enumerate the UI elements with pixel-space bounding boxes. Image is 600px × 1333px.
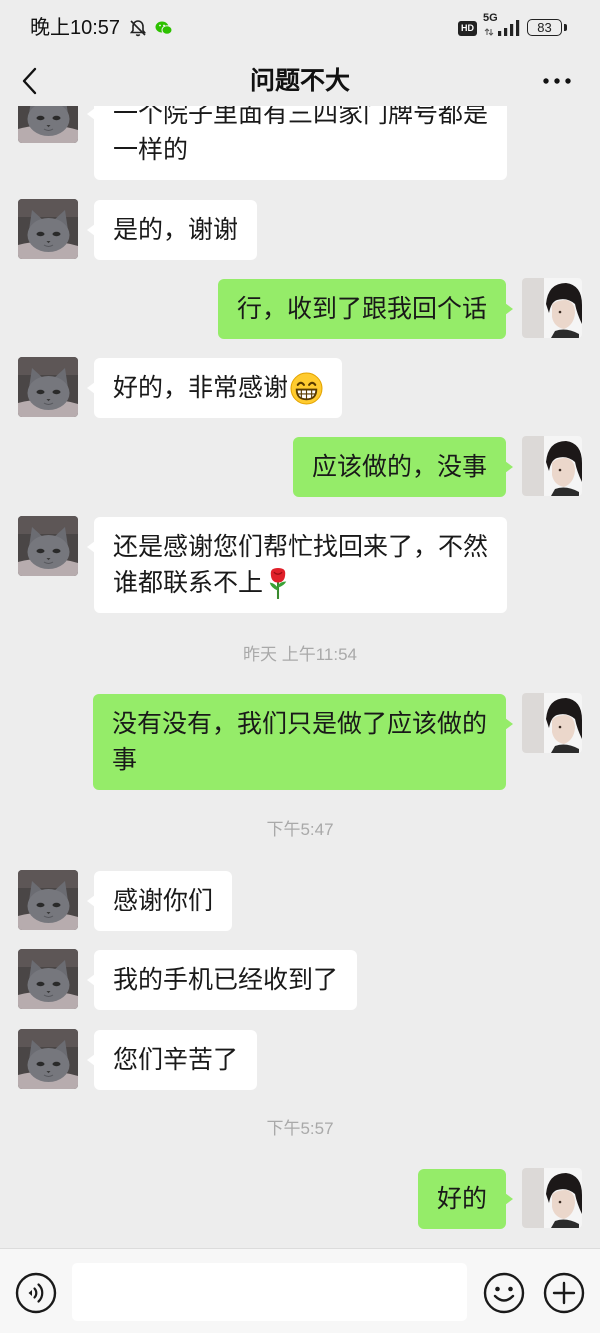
battery-icon: 83 [527,19,562,36]
message-bubble[interactable]: 您们辛苦了 [86,1030,258,1090]
message-bubble[interactable]: 好的，非常感谢 [86,358,343,418]
contact-avatar[interactable] [18,199,78,259]
message-text: 一样的 [113,136,189,164]
status-time: 晚上10:57 [30,17,121,39]
more-icon[interactable] [538,73,576,89]
message-text: 您们辛苦了 [113,1046,239,1074]
contact-avatar[interactable] [18,516,78,576]
battery-cap [564,24,567,31]
message-bubble[interactable]: 还是感谢您们帮忙找回来了，不然 谁都联系不上 [86,517,508,613]
signal-icon [498,20,520,36]
my-avatar[interactable] [522,278,582,338]
message-text: 还是感谢您们帮忙找回来了，不然 [113,533,489,561]
message-row: 感谢你们 [0,871,600,931]
message-row: 还是感谢您们帮忙找回来了，不然 谁都联系不上 [0,517,600,613]
my-avatar[interactable] [522,436,582,496]
message-text: 事 [111,746,137,774]
status-bar: 晚上10:57 HD 5G 83 [0,0,600,56]
contact-avatar[interactable] [18,1029,78,1089]
message-row: 是的，谢谢 [0,200,600,260]
hd-badge: HD [458,21,477,36]
wechat-icon [155,21,173,35]
network-label: 5G [483,12,498,24]
message-bubble[interactable]: 行，收到了跟我回个话 [217,279,514,339]
message-row: 我的手机已经收到了 [0,950,600,1010]
timestamp: 下午5:47 [266,820,334,839]
message-bubble[interactable]: 好的 [417,1169,514,1229]
message-text: 应该做的，没事 [311,453,487,481]
contact-avatar[interactable] [18,870,78,930]
message-text: 谁都联系不上 [113,569,264,597]
message-row: 应该做的，没事 [0,437,600,497]
message-text: 感谢你们 [113,887,214,915]
message-bubble[interactable]: 是的，谢谢 [86,200,258,260]
contact-avatar[interactable] [18,949,78,1009]
message-bubble[interactable]: 我的手机已经收到了 [86,950,358,1010]
battery-level: 83 [537,20,552,35]
rose-emoji-icon [269,567,287,599]
chevron-left-icon[interactable] [16,65,44,97]
bell-off-icon [129,20,147,37]
message-row: 您们辛苦了 [0,1030,600,1090]
message-text: 好的，非常感谢 [113,374,289,402]
my-avatar[interactable] [522,1168,582,1228]
message-text: 行，收到了跟我回个话 [236,295,487,323]
message-list[interactable]: 一个院子里面有三四家门牌号都是 一样的 是的，谢谢 行，收到了跟我回个话 好的，… [0,0,600,1248]
emoji-icon[interactable] [482,1271,526,1315]
message-bubble[interactable]: 没有没有，我们只是做了应该做的 事 [92,694,514,790]
my-avatar[interactable] [522,693,582,753]
message-bubble[interactable]: 感谢你们 [86,871,233,931]
message-input[interactable] [72,1263,467,1321]
chat-title: 问题不大 [249,67,350,95]
message-row: 好的 [0,1169,600,1229]
data-arrows-icon [484,28,494,36]
message-row: 行，收到了跟我回个话 [0,279,600,339]
timestamp: 昨天 上午11:54 [242,645,357,664]
input-bar [0,1248,600,1333]
grinning-face-emoji-icon [290,372,323,404]
message-bubble[interactable]: 应该做的，没事 [292,437,514,497]
message-text: 没有没有，我们只是做了应该做的 [111,710,487,738]
contact-avatar[interactable] [18,357,78,417]
plus-icon[interactable] [542,1271,586,1315]
voice-icon[interactable] [14,1271,58,1315]
timestamp: 下午5:57 [266,1119,334,1138]
message-text: 我的手机已经收到了 [113,966,339,994]
message-text: 好的 [436,1185,487,1213]
message-row: 没有没有，我们只是做了应该做的 事 [0,694,600,790]
chat-screen: 晚上10:57 HD 5G 83 问题不大 一个院子里面有三四家门牌号都是 一样… [0,0,600,1333]
message-text: 是的，谢谢 [113,216,239,244]
message-row: 好的，非常感谢 [0,358,600,418]
chat-header: 问题不大 [0,56,600,106]
